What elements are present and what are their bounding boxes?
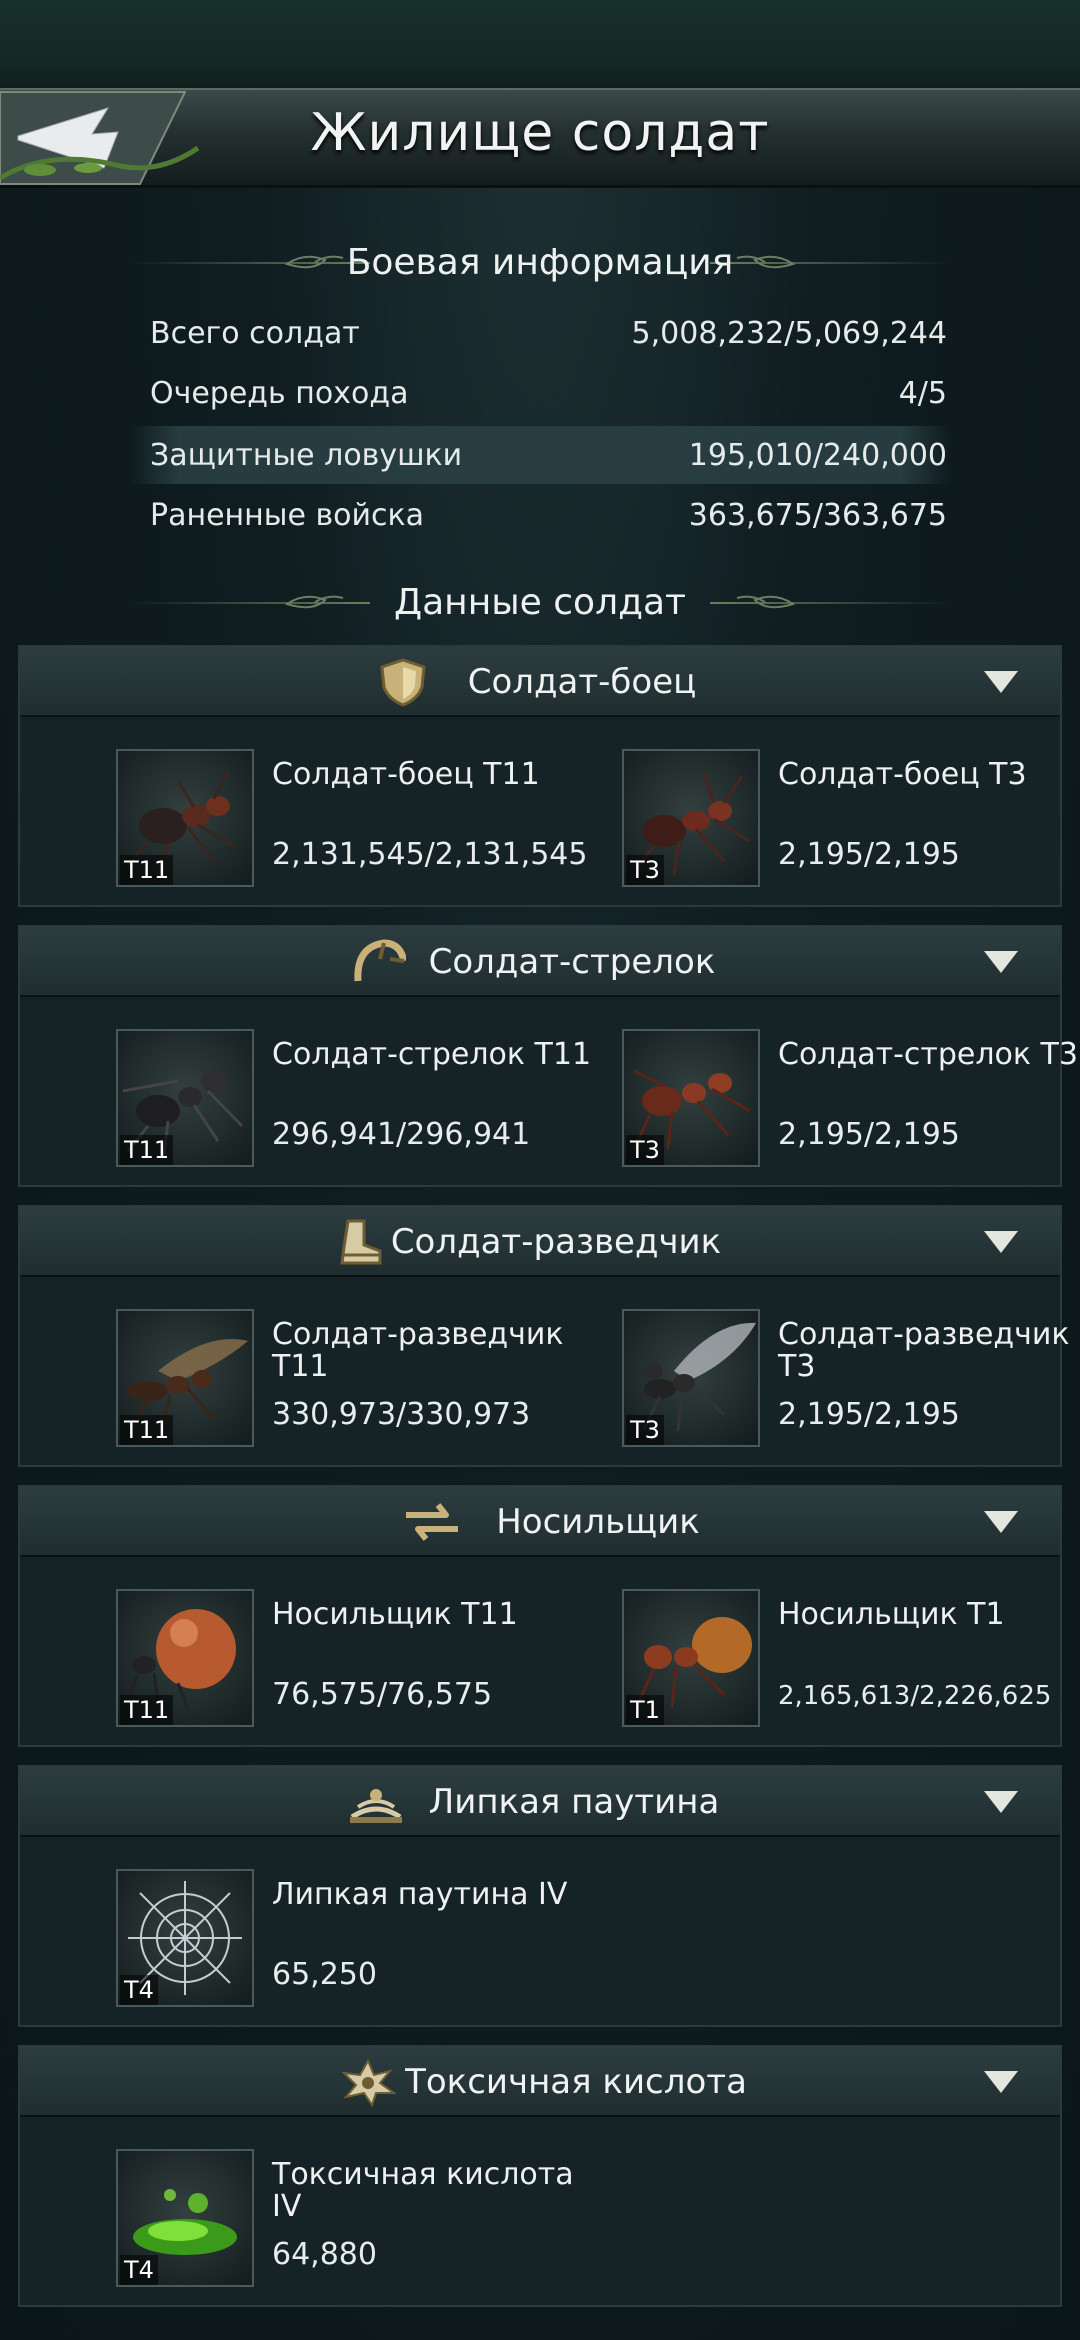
unit-count: 2,131,545/2,131,545 [272, 837, 588, 872]
unit-count: 2,165,613/2,226,625 [778, 1681, 1052, 1711]
tier-badge: T11 [120, 1695, 174, 1725]
section-title: Данные солдат [393, 582, 687, 623]
info-row-wounded: Раненные войска 363,675/363,675 [130, 486, 950, 544]
category-header[interactable]: Солдат-стрелок [20, 927, 1060, 997]
chevron-down-icon[interactable] [984, 2071, 1018, 2093]
unit-name: Солдат-разведчик T11 [272, 1317, 564, 1384]
chevron-down-icon[interactable] [984, 1791, 1018, 1813]
unit-name: Носильщик T1 [778, 1597, 1005, 1632]
unit-name: Солдат-разведчик T3 [778, 1317, 1070, 1384]
info-label: Очередь похода [150, 376, 409, 411]
unit-card[interactable]: T3 Солдат-боец T3 2,195/2,195 [622, 749, 1080, 887]
unit-name: Носильщик T11 [272, 1597, 518, 1632]
unit-card[interactable]: T3 Солдат-разведчик T3 2,195/2,195 [622, 1309, 1080, 1447]
unit-count: 2,195/2,195 [778, 1397, 960, 1432]
info-row-march-queue: Очередь похода 4/5 [130, 364, 950, 422]
tier-badge: T11 [120, 855, 174, 885]
chevron-down-icon[interactable] [984, 671, 1018, 693]
category-fighter: Солдат-боец T11 Солдат-боец T11 2,131,54… [18, 645, 1062, 907]
category-scout: Солдат-разведчик T11 Солдат-разведчик T1… [18, 1205, 1070, 1467]
unit-name: Липкая паутина IV [272, 1877, 568, 1912]
info-row-defense-traps: Защитные ловушки 195,010/240,000 [130, 426, 950, 484]
chevron-down-icon[interactable] [984, 1231, 1018, 1253]
chevron-down-icon[interactable] [984, 951, 1018, 973]
unit-name: Солдат-боец T3 [778, 757, 1027, 792]
tier-badge: T4 [120, 2255, 158, 2285]
page-title: Жилище солдат [310, 103, 770, 163]
tier-badge: T3 [626, 1415, 664, 1445]
tier-badge: T3 [626, 855, 664, 885]
info-row-total-soldiers: Всего солдат 5,008,232/5,069,244 [130, 304, 950, 362]
unit-count: 65,250 [272, 1957, 377, 1992]
unit-name: Токсичная кислота IV [272, 2157, 574, 2224]
category-header[interactable]: Токсичная кислота [20, 2047, 1060, 2117]
section-title: Боевая информация [346, 242, 734, 283]
unit-count: 296,941/296,941 [272, 1117, 531, 1152]
tier-badge: T1 [626, 1695, 664, 1725]
unit-count: 2,195/2,195 [778, 837, 960, 872]
unit-card[interactable]: T4 Токсичная кислота IV 64,880 [116, 2149, 596, 2287]
info-label: Раненные войска [150, 498, 424, 533]
unit-card[interactable]: T11 Носильщик T11 76,575/76,575 [116, 1589, 596, 1727]
unit-count: 76,575/76,575 [272, 1677, 493, 1712]
battle-info-divider: Боевая информация [130, 238, 950, 288]
category-title: Солдат-стрелок [428, 942, 716, 982]
tier-badge: T3 [626, 1135, 664, 1165]
info-value: 5,008,232/5,069,244 [631, 316, 947, 351]
soldier-data-divider: Данные солдат [130, 578, 950, 628]
unit-card[interactable]: T4 Липкая паутина IV 65,250 [116, 1869, 596, 2007]
tier-badge: T11 [120, 1135, 174, 1165]
category-header[interactable]: Липкая паутина [20, 1767, 1060, 1837]
top-strip [0, 0, 1080, 88]
category-shooter: Солдат-стрелок T11 Солдат-стрелок T11 29… [18, 925, 1078, 1187]
category-title: Токсичная кислота [405, 2062, 747, 2102]
category-carrier: Носильщик T11 Носильщик T11 76,575/76,57… [18, 1485, 1062, 1747]
category-sticky-web: Липкая паутина T4 Липкая паутина IV 65,2… [18, 1765, 1062, 2027]
info-label: Защитные ловушки [150, 438, 463, 473]
category-header[interactable]: Солдат-боец [20, 647, 1060, 717]
unit-card[interactable]: T3 Солдат-стрелок T3 2,195/2,195 [622, 1029, 1080, 1167]
unit-card[interactable]: T1 Носильщик T1 2,165,613/2,226,625 [622, 1589, 1080, 1727]
category-header[interactable]: Солдат-разведчик [20, 1207, 1060, 1277]
unit-count: 330,973/330,973 [272, 1397, 531, 1432]
unit-count: 64,880 [272, 2237, 377, 2272]
category-header[interactable]: Носильщик [20, 1487, 1060, 1557]
category-toxic-acid: Токсичная кислота T4 Токсичная кислота I… [18, 2045, 1062, 2307]
unit-card[interactable]: T11 Солдат-боец T11 2,131,545/2,131,545 [116, 749, 596, 887]
chevron-down-icon[interactable] [984, 1511, 1018, 1533]
unit-name: Солдат-стрелок T11 [272, 1037, 592, 1072]
tier-badge: T11 [120, 1415, 174, 1445]
unit-count: 2,195/2,195 [778, 1117, 960, 1152]
info-value: 195,010/240,000 [688, 438, 947, 473]
unit-name: Солдат-стрелок T3 [778, 1037, 1078, 1072]
info-value: 4/5 [898, 376, 947, 411]
category-title: Солдат-разведчик [390, 1222, 722, 1262]
unit-name: Солдат-боец T11 [272, 757, 540, 792]
unit-card[interactable]: T11 Солдат-стрелок T11 296,941/296,941 [116, 1029, 596, 1167]
unit-card[interactable]: T11 Солдат-разведчик T11 330,973/330,973 [116, 1309, 596, 1447]
category-title: Солдат-боец [467, 662, 697, 702]
info-label: Всего солдат [150, 316, 360, 351]
tier-badge: T4 [120, 1975, 158, 2005]
info-value: 363,675/363,675 [688, 498, 947, 533]
category-title: Липкая паутина [428, 1782, 720, 1822]
category-title: Носильщик [496, 1502, 700, 1542]
